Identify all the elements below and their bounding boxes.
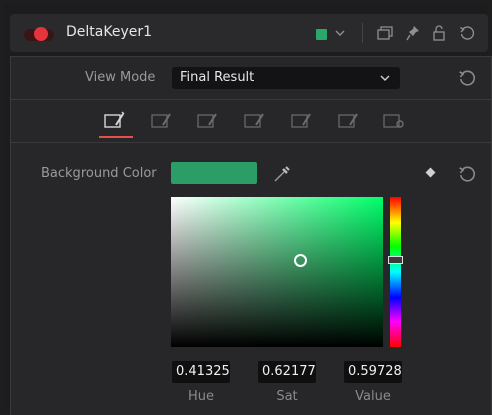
- hue-input[interactable]: 0.41325: [172, 361, 230, 383]
- view-mode-reset-icon[interactable]: [458, 69, 476, 87]
- chevron-down-icon: [380, 75, 390, 81]
- garbage-matte-tab[interactable]: [338, 111, 360, 129]
- lock-icon[interactable]: [429, 23, 449, 43]
- controls-frame: View Mode Final Result Background Color: [10, 56, 492, 415]
- node-enable-toggle[interactable]: [24, 27, 56, 41]
- hue-label: Hue: [187, 389, 214, 404]
- keyer-tab[interactable]: [104, 111, 126, 129]
- background-color-reset-icon[interactable]: [458, 165, 476, 183]
- pin-icon[interactable]: [403, 23, 423, 43]
- inspector-panel: DeltaKeyer1 View Mode Final Result Backg…: [4, 4, 492, 415]
- view-mode-label: View Mode: [85, 70, 156, 85]
- background-color-label: Background Color: [41, 166, 157, 181]
- settings-tab[interactable]: [383, 111, 405, 129]
- active-tab-indicator: [99, 136, 133, 138]
- background-color-row: Background Color: [11, 143, 491, 184]
- saturation-value-picker[interactable]: [171, 197, 383, 347]
- fine-tune-tab[interactable]: [244, 111, 266, 129]
- color-dropdown-chevron-icon[interactable]: [330, 23, 350, 43]
- view-mode-dropdown[interactable]: Final Result: [172, 67, 400, 89]
- pre-matte-tab[interactable]: [151, 111, 173, 129]
- reset-icon[interactable]: [457, 23, 477, 43]
- view-mode-value: Final Result: [180, 70, 255, 85]
- view-mode-row: View Mode Final Result: [11, 57, 491, 100]
- value-input[interactable]: 0.59728: [344, 361, 402, 383]
- color-picker-cursor[interactable]: [294, 254, 307, 267]
- hue-slider[interactable]: [388, 197, 403, 347]
- node-header: DeltaKeyer1: [10, 14, 488, 52]
- value-label: Value: [355, 389, 391, 404]
- background-color-swatch[interactable]: [171, 162, 257, 184]
- node-color-swatch[interactable]: [316, 29, 327, 40]
- eyedropper-icon[interactable]: [273, 165, 291, 183]
- matte-tab[interactable]: [197, 111, 219, 129]
- hue-slider-handle[interactable]: [388, 256, 403, 264]
- keyframe-diamond-icon[interactable]: [425, 167, 436, 178]
- node-title: DeltaKeyer1: [66, 24, 153, 40]
- header-divider: [362, 23, 363, 43]
- image-tab[interactable]: [291, 111, 313, 129]
- sat-label: Sat: [276, 389, 298, 404]
- sat-input[interactable]: 0.62177: [258, 361, 316, 383]
- tab-bar: [11, 100, 491, 143]
- versions-icon[interactable]: [375, 23, 395, 43]
